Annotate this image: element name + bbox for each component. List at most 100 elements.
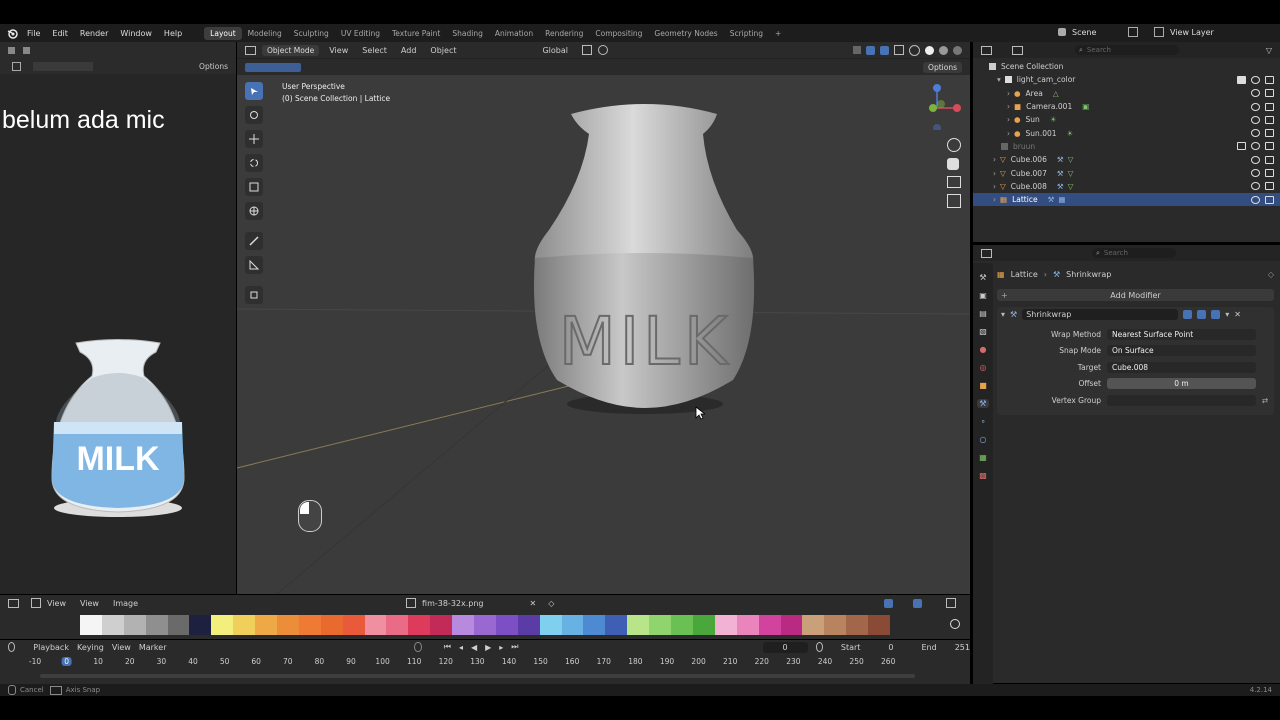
prev-key-icon[interactable]: ◂ [459, 643, 463, 652]
xray-toggle-icon[interactable] [894, 45, 904, 55]
display-mode-icon[interactable] [1012, 45, 1023, 55]
gizmo-toggle-icon[interactable] [866, 45, 875, 55]
select-box-icon[interactable] [33, 61, 93, 71]
pan-hand-icon[interactable] [947, 158, 959, 170]
transform-tool-icon[interactable] [245, 202, 263, 220]
checkbox-icon[interactable] [1237, 75, 1246, 84]
eye-icon[interactable] [1251, 75, 1260, 84]
tab-texture-paint[interactable]: Texture Paint [386, 27, 446, 40]
select-box-mode-icon[interactable] [245, 62, 301, 72]
timeline-menu-playback[interactable]: Playback [33, 643, 69, 652]
palette-swatch[interactable] [539, 615, 562, 635]
3d-viewport[interactable]: Object Mode View Select Add Object Globa… [237, 42, 970, 594]
jump-end-icon[interactable]: ⏭ [511, 642, 518, 652]
navigation-gizmo[interactable] [917, 80, 961, 132]
offset-field[interactable]: 0 m [1107, 378, 1256, 390]
milk-bottle-model[interactable]: MILK [527, 100, 767, 430]
list-item[interactable]: › ● Area △ [973, 87, 1280, 100]
tab-geometry-nodes[interactable]: Geometry Nodes [648, 27, 723, 40]
visibility-icon[interactable] [853, 46, 861, 54]
editor-type-icon[interactable] [245, 45, 256, 55]
palette-swatch[interactable] [233, 615, 256, 635]
tool-tab-icon[interactable]: ⚒ [979, 273, 986, 282]
modifier-name-field[interactable]: Shrinkwrap [1022, 309, 1179, 320]
list-item-selected[interactable]: › ▦ Lattice ⚒ ▦ [973, 192, 1280, 207]
palette-swatch[interactable] [145, 615, 168, 635]
eye-icon[interactable] [1251, 115, 1260, 124]
image-menu-image[interactable]: Image [113, 599, 138, 608]
camera-icon[interactable] [1265, 129, 1274, 138]
list-item[interactable]: › ▽ Cube.006 ⚒ ▽ [973, 153, 1280, 166]
scale-tool-icon[interactable] [245, 178, 263, 196]
palette-swatch[interactable] [824, 615, 847, 635]
shading-wireframe-icon[interactable] [909, 44, 920, 56]
render-tab-icon[interactable]: ▣ [979, 291, 987, 300]
tab-animation[interactable]: Animation [489, 27, 539, 40]
chevron-down-icon[interactable]: ▾ [1001, 310, 1005, 319]
camera-icon[interactable] [1265, 155, 1274, 164]
camera-icon[interactable] [1265, 182, 1274, 191]
snap-mode-dropdown[interactable]: On Surface [1107, 345, 1256, 357]
vertex-group-field[interactable] [1107, 394, 1256, 406]
end-frame-field[interactable]: 251 [955, 643, 970, 652]
camera-icon[interactable] [1265, 75, 1274, 84]
zoom-icon[interactable] [947, 138, 961, 152]
current-frame-field[interactable]: 0 [762, 641, 808, 653]
scene-tab-icon[interactable]: ● [980, 345, 987, 354]
eye-icon[interactable] [1251, 102, 1260, 111]
eye-icon[interactable] [1251, 129, 1260, 138]
checkbox-icon[interactable] [1237, 142, 1246, 151]
camera-icon[interactable] [1265, 89, 1274, 98]
palette-swatch[interactable] [430, 615, 453, 635]
palette-swatch[interactable] [364, 615, 387, 635]
properties-editor-icon[interactable] [981, 248, 992, 258]
palette-swatch[interactable] [211, 615, 234, 635]
timeline-menu-keying[interactable]: Keying [77, 643, 104, 652]
palette-swatch[interactable] [583, 615, 606, 635]
object-mode-dropdown[interactable]: Object Mode [262, 44, 320, 56]
add-cube-tool-icon[interactable] [245, 286, 263, 304]
tab-compositing[interactable]: Compositing [589, 27, 648, 40]
image-pin-icon[interactable]: ◇ [548, 599, 554, 608]
tab-modeling[interactable]: Modeling [242, 27, 288, 40]
annotate-tool-icon[interactable] [245, 232, 263, 250]
object-tab-icon[interactable]: ■ [979, 381, 987, 390]
camera-view-icon[interactable] [947, 176, 961, 188]
eye-icon[interactable] [1251, 182, 1260, 191]
menu-render[interactable]: Render [74, 29, 114, 38]
select-tool-icon[interactable] [245, 82, 263, 100]
image-browse-icon[interactable] [406, 598, 417, 608]
wrap-method-dropdown[interactable]: Nearest Surface Point [1107, 328, 1256, 340]
tab-uv-editing[interactable]: UV Editing [335, 27, 386, 40]
viewport-menu-view[interactable]: View [325, 46, 352, 55]
palette-swatch[interactable] [780, 615, 803, 635]
add-modifier-button[interactable]: + Add Modifier [997, 289, 1274, 301]
display-channels-icon[interactable] [946, 598, 957, 608]
tool-icon[interactable] [23, 46, 30, 54]
viewport-menu-object[interactable]: Object [426, 46, 460, 55]
options-dropdown[interactable]: Options [199, 62, 228, 71]
close-icon[interactable]: ✕ [1234, 310, 1241, 319]
physics-tab-icon[interactable]: ○ [980, 435, 987, 444]
pin-icon[interactable]: ◇ [1268, 270, 1274, 279]
move-tool-icon[interactable] [245, 130, 263, 148]
palette-swatch[interactable] [868, 615, 890, 635]
gizmo-toggle-icon[interactable] [884, 598, 894, 608]
menu-help[interactable]: Help [158, 29, 188, 38]
palette-swatch[interactable] [802, 615, 825, 635]
new-scene-icon[interactable] [1128, 27, 1138, 37]
output-tab-icon[interactable]: ▤ [979, 309, 987, 318]
palette-swatch[interactable] [561, 615, 584, 635]
view-layer-tab-icon[interactable]: ▧ [979, 327, 987, 336]
transform-orientation-dropdown[interactable]: Global [542, 46, 568, 55]
image-menu-view-2[interactable]: View [80, 599, 99, 608]
blender-logo-icon[interactable] [3, 28, 21, 39]
viewport-menu-select[interactable]: Select [358, 46, 391, 55]
camera-icon[interactable] [1265, 169, 1274, 178]
palette-swatch[interactable] [846, 615, 869, 635]
menu-file[interactable]: File [21, 29, 46, 38]
eye-icon[interactable] [1251, 155, 1260, 164]
list-item[interactable]: › ■ Camera.001 ▣ [973, 100, 1280, 113]
overlay-toggle-icon[interactable] [880, 45, 889, 55]
shading-material-icon[interactable] [939, 45, 948, 55]
